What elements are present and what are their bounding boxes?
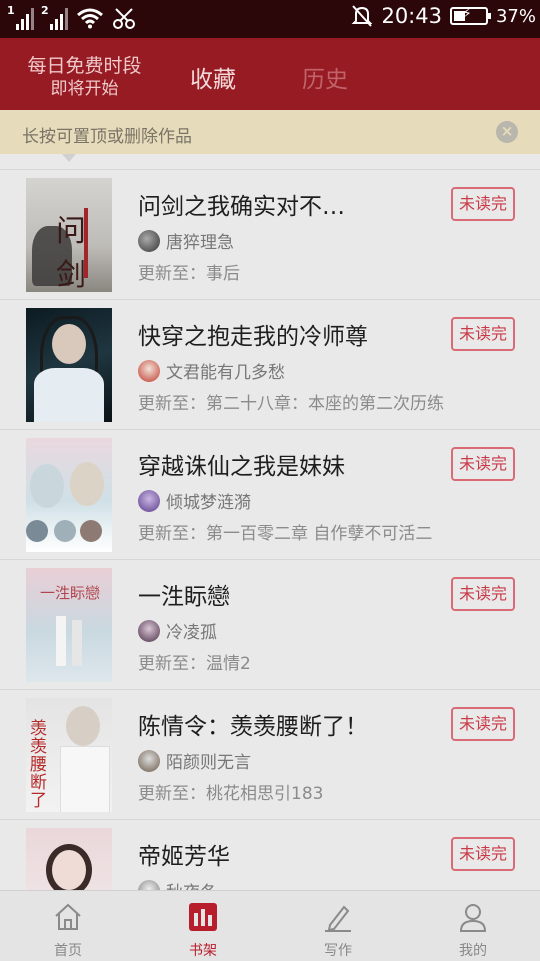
book-title: 帝姬芳华 (138, 844, 230, 870)
book-title: 快穿之抱走我的冷师尊 (138, 324, 368, 350)
tab-history[interactable]: 历史 (302, 60, 348, 94)
book-row[interactable]: 羡羡腰断了 陈情令：羡羡腰断了！ 陌颜则无言 更新至：桃花相思引183 未读完 (0, 689, 540, 820)
nav-write-label: 写作 (324, 943, 352, 959)
author-name: 冷凌孤 (166, 623, 217, 643)
charging-icon: ⚡ (461, 6, 472, 22)
sim2-label: 2 (41, 4, 49, 17)
book-cover[interactable] (26, 828, 112, 890)
cover-title-text: 一泩眎戀 (40, 584, 101, 602)
tip-text: 长按可置顶或删除作品 (22, 127, 192, 147)
bottom-nav: 首页 书架 写作 我的 (0, 890, 540, 961)
author-row: 陌颜则无言 (138, 748, 251, 773)
author-row: 文君能有几多愁 (138, 358, 285, 383)
free-slot-title: 每日免费时段 (27, 55, 142, 77)
top-bar: 每日免费时段 即将开始 收藏 历史 (0, 38, 540, 110)
cover-title-text: 羡羡腰断了 (30, 719, 47, 811)
tip-bar: 长按可置顶或删除作品 × (0, 110, 540, 154)
clock: 20:43 (381, 4, 442, 28)
unread-badge: 未读完 (451, 317, 515, 351)
latest-chapter: 更新至：温情2 (138, 654, 251, 674)
status-right-icons: 20:43 ⚡ 37% (351, 4, 536, 28)
book-cover[interactable]: 羡羡腰断了 (26, 698, 112, 812)
author-row: 唐猝理急 (138, 228, 234, 253)
close-icon[interactable]: × (496, 121, 518, 143)
wifi-icon (77, 8, 103, 29)
author-avatar (138, 359, 160, 382)
author-name: 倾城梦涟漪 (166, 493, 251, 513)
unread-badge: 未读完 (451, 707, 515, 741)
latest-chapter: 更新至：第二十八章：本座的第二次历练 (138, 394, 444, 414)
status-bar: 1 2 20:43 ⚡ 37% (0, 0, 540, 38)
pull-indicator (62, 154, 76, 162)
author-avatar (138, 229, 160, 252)
author-avatar (138, 489, 160, 512)
unread-badge: 未读完 (451, 837, 515, 871)
book-cover[interactable] (26, 308, 112, 422)
bookshelf-icon (189, 903, 217, 931)
nav-home-label: 首页 (54, 943, 82, 959)
book-title: 问剑之我确实对不… (138, 194, 345, 220)
sim1-label: 1 (7, 4, 15, 17)
author-avatar (138, 749, 160, 772)
book-cover[interactable]: 一泩眎戀 (26, 568, 112, 682)
latest-chapter: 更新至：事后 (138, 264, 240, 284)
book-row[interactable]: 问剑 问剑之我确实对不… 唐猝理急 更新至：事后 未读完 (0, 169, 540, 300)
user-icon (459, 904, 487, 932)
pen-icon (325, 905, 351, 932)
latest-chapter: 更新至：桃花相思引183 (138, 784, 324, 804)
book-title: 一泩眎戀 (138, 584, 230, 610)
book-row[interactable]: 帝姬芳华 秋夜冬 未读完 (0, 819, 540, 890)
free-slot-subtitle: 即将开始 (50, 79, 119, 99)
status-left-icons: 1 2 (7, 4, 136, 30)
book-list[interactable]: 问剑 问剑之我确实对不… 唐猝理急 更新至：事后 未读完 快穿之抱走我的冷师尊 … (0, 154, 540, 890)
latest-chapter: 更新至：第一百零二章 自作孽不可活二 (138, 524, 433, 544)
nav-write[interactable]: 写作 (288, 891, 388, 961)
book-title: 穿越诛仙之我是妹妹 (138, 454, 345, 480)
scissors-icon (113, 8, 135, 29)
author-name: 文君能有几多愁 (166, 363, 285, 383)
signal-sim2-icon: 2 (41, 4, 68, 30)
nav-bookshelf-label: 书架 (189, 943, 217, 959)
unread-badge: 未读完 (451, 447, 515, 481)
nav-profile-label: 我的 (459, 943, 487, 959)
author-avatar (138, 619, 160, 642)
book-row[interactable]: 快穿之抱走我的冷师尊 文君能有几多愁 更新至：第二十八章：本座的第二次历练 未读… (0, 299, 540, 430)
author-row: 秋夜冬 (138, 878, 217, 890)
home-icon (55, 903, 81, 930)
nav-profile[interactable]: 我的 (423, 891, 523, 961)
nav-bookshelf[interactable]: 书架 (153, 891, 253, 961)
signal-sim1-icon: 1 (7, 4, 34, 30)
book-cover[interactable] (26, 438, 112, 552)
unread-badge: 未读完 (451, 187, 515, 221)
nav-home[interactable]: 首页 (18, 891, 118, 961)
battery-percent: 37% (495, 5, 536, 27)
author-avatar (138, 879, 160, 890)
tab-favorites[interactable]: 收藏 (190, 60, 236, 94)
mute-bell-icon (352, 5, 373, 27)
free-slot-button[interactable]: 每日免费时段 即将开始 (22, 54, 147, 100)
author-row: 冷凌孤 (138, 618, 217, 643)
book-row[interactable]: 一泩眎戀 一泩眎戀 冷凌孤 更新至：温情2 未读完 (0, 559, 540, 690)
book-cover[interactable]: 问剑 (26, 178, 112, 292)
battery-icon: ⚡ (449, 6, 491, 25)
author-name: 秋夜冬 (166, 878, 217, 890)
author-name: 陌颜则无言 (166, 753, 251, 773)
author-name: 唐猝理急 (166, 233, 234, 253)
author-row: 倾城梦涟漪 (138, 488, 251, 513)
unread-badge: 未读完 (451, 577, 515, 611)
book-row[interactable]: 穿越诛仙之我是妹妹 倾城梦涟漪 更新至：第一百零二章 自作孽不可活二 未读完 (0, 429, 540, 560)
book-title: 陈情令：羡羡腰断了！ (138, 714, 368, 740)
